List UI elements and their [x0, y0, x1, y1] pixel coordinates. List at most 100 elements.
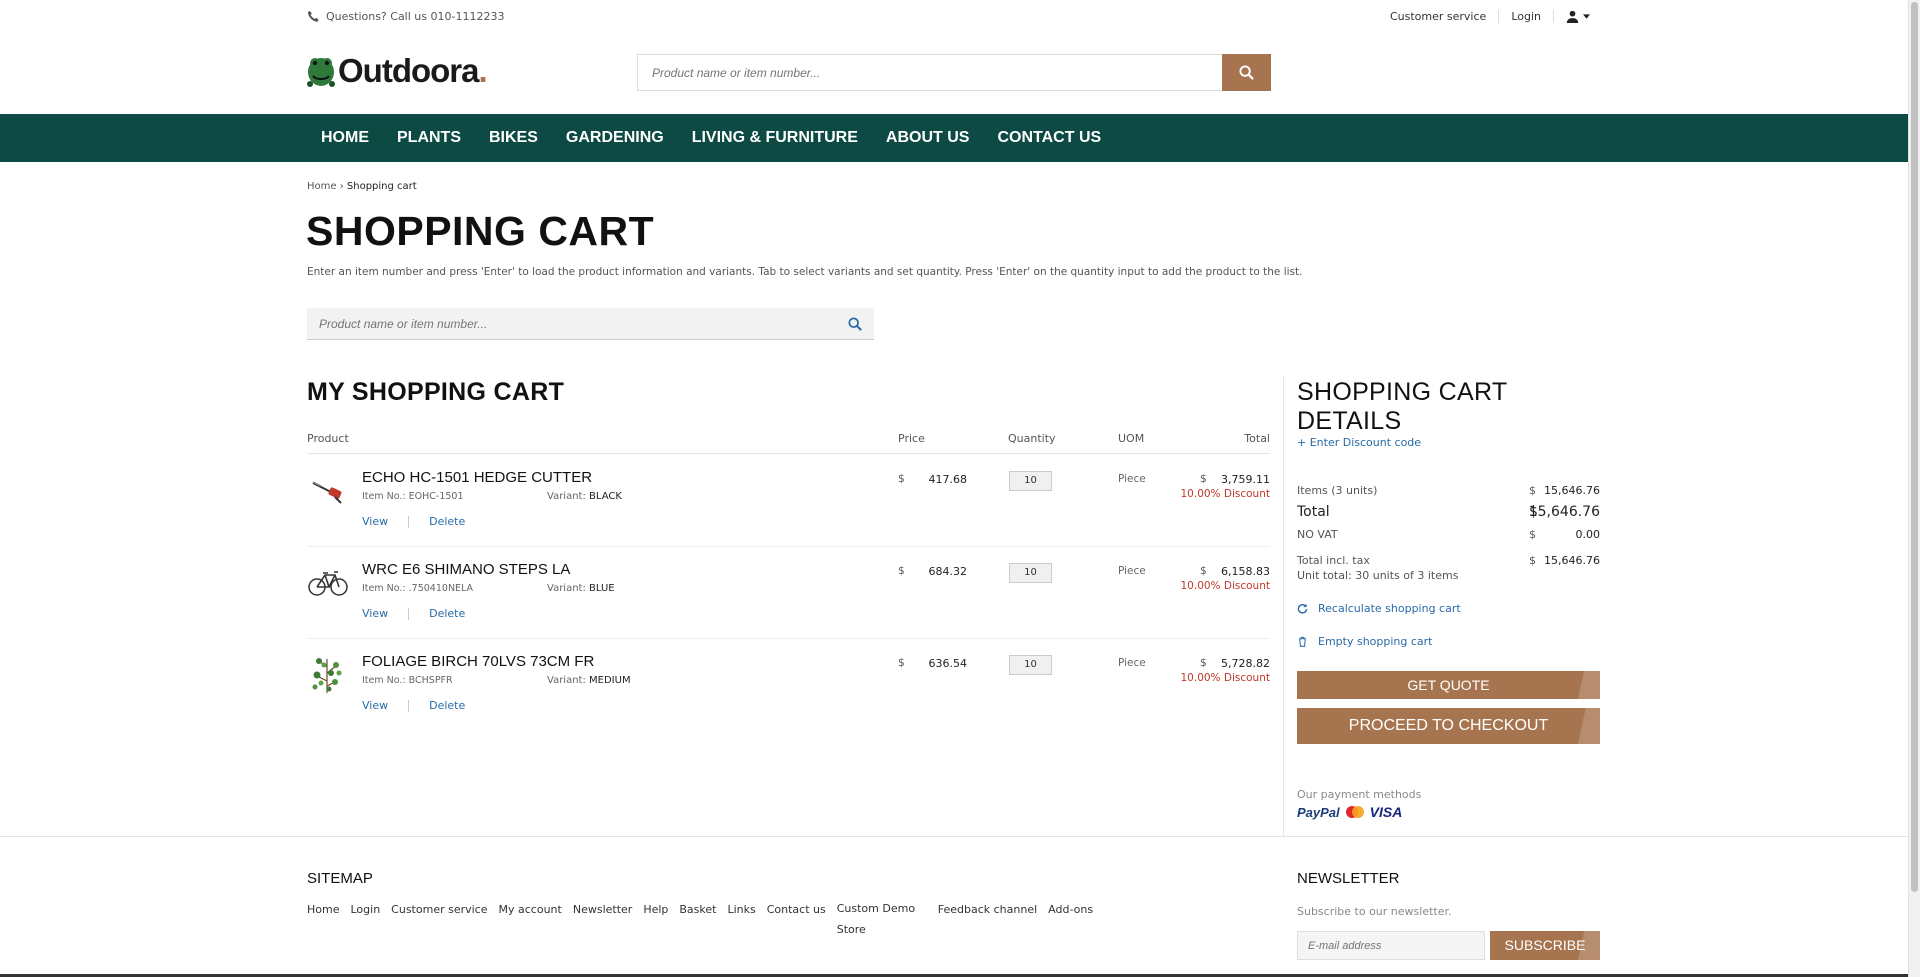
recalculate-cart-link[interactable]: Recalculate shopping cart — [1297, 602, 1461, 615]
cart-row: WRC E6 SHIMANO STEPS LA Item No.: .75041… — [307, 547, 1270, 639]
get-quote-button[interactable]: GET QUOTE — [1297, 671, 1600, 699]
scrollbar-thumb[interactable] — [1911, 2, 1918, 892]
header-search-input[interactable] — [637, 54, 1222, 91]
customer-service-link[interactable]: Customer service — [1378, 10, 1500, 23]
quantity-input[interactable]: 10 — [1009, 471, 1052, 491]
divider — [408, 607, 410, 620]
page-scrollbar[interactable] — [1908, 0, 1920, 977]
brand-logo[interactable]: Outdoora. — [306, 52, 488, 90]
col-uom: UOM — [1118, 432, 1145, 445]
sitemap-link-customer-service[interactable]: Customer service — [391, 903, 487, 940]
col-price: Price — [898, 432, 925, 445]
breadcrumb-current: Shopping cart — [346, 181, 417, 192]
main-nav: HOME PLANTS BIKES GARDENING LIVING & FUR… — [0, 114, 1908, 162]
line-total: 3,759.11 — [1221, 473, 1270, 486]
cart-details-panel: SHOPPING CART DETAILS + Enter Discount c… — [1297, 378, 1600, 820]
payment-methods: PayPal VISA — [1297, 804, 1402, 820]
nav-home[interactable]: HOME — [307, 129, 383, 147]
nav-contact-us[interactable]: CONTACT US — [983, 129, 1115, 147]
newsletter-email-input[interactable] — [1297, 931, 1485, 960]
phone-info: Questions? Call us 010-1112233 — [307, 10, 504, 23]
search-icon[interactable] — [848, 316, 862, 331]
nav-bikes[interactable]: BIKES — [475, 129, 552, 147]
nav-about-us[interactable]: ABOUT US — [872, 129, 984, 147]
unit-price: 417.68 — [928, 473, 968, 486]
sitemap-link-help[interactable]: Help — [643, 903, 668, 940]
sitemap-link-home[interactable]: Home — [307, 903, 339, 940]
hedge-cutter-icon[interactable] — [307, 469, 349, 511]
sitemap-link-newsletter[interactable]: Newsletter — [573, 903, 632, 940]
quantity-input[interactable]: 10 — [1009, 655, 1052, 675]
foliage-icon[interactable] — [307, 653, 349, 695]
footer-divider — [0, 836, 1908, 837]
product-name[interactable]: FOLIAGE BIRCH 70LVS 73CM FR — [362, 653, 594, 670]
delete-link[interactable]: Delete — [429, 515, 465, 528]
page-title: SHOPPING CART — [306, 208, 655, 254]
newsletter-subtitle: Subscribe to our newsletter. — [1297, 905, 1452, 918]
price-currency: $ — [898, 657, 905, 669]
user-menu[interactable] — [1554, 10, 1590, 23]
product-name[interactable]: ECHO HC-1501 HEDGE CUTTER — [362, 469, 592, 486]
total-currency: $ — [1200, 473, 1207, 485]
breadcrumb-separator: › — [339, 181, 344, 192]
paypal-icon: PayPal — [1297, 804, 1340, 820]
uom: Piece — [1118, 473, 1146, 485]
view-link[interactable]: View — [362, 699, 388, 712]
visa-icon: VISA — [1369, 804, 1403, 820]
sitemap-link-my-account[interactable]: My account — [499, 903, 562, 940]
enter-discount-link[interactable]: + Enter Discount code — [1297, 436, 1421, 449]
refresh-icon — [1297, 603, 1308, 614]
divider — [408, 515, 410, 528]
sitemap-link-contact-us[interactable]: Contact us — [767, 903, 826, 940]
delete-link[interactable]: Delete — [429, 607, 465, 620]
phone-icon — [307, 10, 319, 22]
quick-add-input[interactable] — [319, 316, 848, 331]
col-quantity: Quantity — [1008, 432, 1056, 445]
login-link[interactable]: Login — [1499, 10, 1554, 23]
nav-plants[interactable]: PLANTS — [383, 129, 475, 147]
view-link[interactable]: View — [362, 607, 388, 620]
header-search-button[interactable] — [1222, 54, 1271, 91]
cart-total: Total $ 15,646.76 — [1297, 504, 1600, 520]
sitemap-link-feedback-channel[interactable]: Feedback channel — [938, 903, 1037, 940]
sitemap-link-add-ons[interactable]: Add-ons — [1048, 903, 1093, 940]
total-currency: $ — [1200, 657, 1207, 669]
sitemap-link-links[interactable]: Links — [727, 903, 755, 940]
nav-living-furniture[interactable]: LIVING & FURNITURE — [678, 129, 872, 147]
mastercard-icon — [1345, 806, 1364, 818]
sitemap-link-custom-demo-store[interactable]: Custom Demo Store — [837, 898, 927, 940]
quantity-input[interactable]: 10 — [1009, 563, 1052, 583]
unit-price: 636.54 — [928, 657, 968, 670]
variant: Variant: MEDIUM — [547, 675, 631, 686]
breadcrumb-home[interactable]: Home — [307, 181, 337, 192]
sitemap-links: Home Login Customer service My account N… — [307, 902, 1104, 940]
payment-methods-label: Our payment methods — [1297, 788, 1422, 801]
uom: Piece — [1118, 657, 1146, 669]
unit-price: 684.32 — [928, 565, 968, 578]
items-subtotal: Items (3 units) $ 15,646.76 — [1297, 484, 1600, 497]
nav-gardening[interactable]: GARDENING — [552, 129, 678, 147]
sitemap-link-login[interactable]: Login — [350, 903, 380, 940]
item-number: Item No.: EOHC-1501 — [362, 491, 464, 502]
product-name[interactable]: WRC E6 SHIMANO STEPS LA — [362, 561, 570, 578]
cart-title: MY SHOPPING CART — [307, 378, 565, 406]
delete-link[interactable]: Delete — [429, 699, 465, 712]
view-link[interactable]: View — [362, 515, 388, 528]
divider — [408, 699, 410, 712]
proceed-to-checkout-button[interactable]: PROCEED TO CHECKOUT — [1297, 708, 1600, 744]
empty-cart-link[interactable]: Empty shopping cart — [1297, 635, 1433, 648]
variant: Variant: BLACK — [547, 491, 622, 502]
sitemap-link-basket[interactable]: Basket — [679, 903, 716, 940]
page-instructions: Enter an item number and press 'Enter' t… — [307, 266, 1303, 278]
col-product: Product — [307, 432, 349, 445]
variant: Variant: BLUE — [547, 583, 615, 594]
subscribe-button[interactable]: SUBSCRIBE — [1490, 931, 1600, 960]
frog-logo-icon — [307, 58, 335, 87]
trash-icon — [1299, 636, 1306, 647]
vat-line: NO VAT $ 0.00 — [1297, 528, 1600, 541]
discount-label: 10.00% Discount — [1180, 488, 1271, 500]
unit-total: Unit total: 30 units of 3 items — [1297, 569, 1459, 582]
details-title: SHOPPING CART DETAILS — [1297, 378, 1507, 435]
bicycle-icon[interactable] — [307, 561, 349, 603]
search-icon — [1239, 65, 1254, 80]
